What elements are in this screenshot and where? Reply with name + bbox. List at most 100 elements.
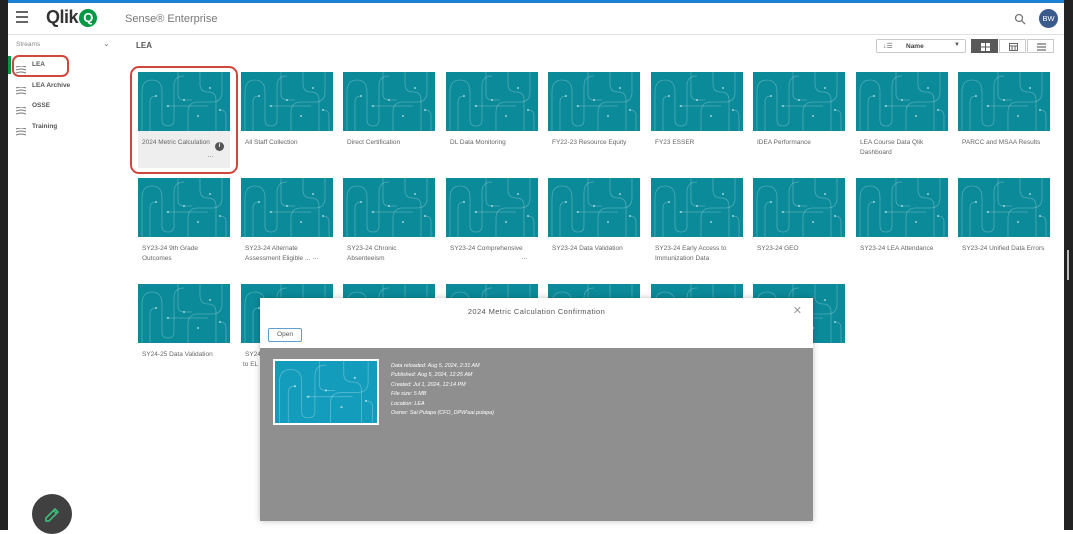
app-details-dialog: 2024 Metric Calculation Confirmation ✕ O… — [260, 298, 813, 521]
app-card[interactable]: Direct Certification — [343, 72, 435, 168]
right-frame — [1064, 0, 1073, 530]
app-thumbnail — [753, 178, 845, 237]
close-icon[interactable]: ✕ — [793, 304, 802, 317]
page-title: LEA — [136, 41, 152, 50]
sidebar: Streams ⌄ LEA LEA Archive OSSE Training — [8, 35, 118, 530]
app-card[interactable]: SY23-24 Unified Data Errors — [958, 178, 1050, 274]
scrollbar-thumb[interactable] — [1067, 250, 1069, 280]
stream-icon — [15, 102, 27, 115]
app-title: FY23 ESSER — [655, 139, 695, 146]
app-card[interactable]: PARCC and MSAA Results — [958, 72, 1050, 168]
grid-icon — [981, 43, 990, 51]
list-icon — [1037, 43, 1046, 51]
app-card[interactable]: FY23 ESSER — [651, 72, 743, 168]
table-icon — [1009, 43, 1018, 51]
app-title: SY23-24 Chronic Absenteeism — [347, 245, 397, 262]
sidebar-item-lea-archive[interactable]: LEA Archive — [8, 77, 118, 95]
app-title: SY23-24 Data Validation — [552, 245, 623, 252]
more-icon[interactable]: … — [312, 254, 319, 261]
highlight-annotation-app — [130, 66, 238, 174]
app-title: SY23-24 9th Grade Outcomes — [142, 245, 199, 262]
app-thumbnail — [343, 72, 435, 131]
app-thumbnail — [856, 178, 948, 237]
metadata-line: Owner: Sai Pulapa (CFO_DPW\sai.pulapa) — [391, 410, 495, 417]
app-thumbnail — [958, 72, 1050, 131]
product-name: Sense® Enterprise — [125, 13, 218, 25]
app-card[interactable]: SY24-25 Data Validation — [138, 284, 230, 380]
app-thumbnail — [856, 72, 948, 131]
app-thumbnail — [273, 359, 379, 425]
app-card[interactable]: SY23-24 Comprehensive … — [446, 178, 538, 274]
logo-mark: Q — [79, 9, 98, 27]
metadata-line: Location: LEA — [391, 400, 425, 407]
app-thumbnail — [958, 178, 1050, 237]
app-card[interactable]: All Staff Collection — [241, 72, 333, 168]
logo-text: Qlik — [46, 7, 79, 27]
app-title: SY23-24 GEO — [757, 245, 799, 252]
app-card[interactable]: SY23-24 Alternate Assessment Eligible ..… — [241, 178, 333, 274]
app-title: PARCC and MSAA Results — [962, 139, 1041, 146]
streams-header: Streams — [16, 41, 41, 48]
app-title: LEA Course Data Qlik Dashboard — [860, 139, 924, 156]
app-thumbnail — [548, 178, 640, 237]
app-thumbnail — [241, 72, 333, 131]
search-icon[interactable] — [1014, 12, 1026, 25]
table-view-button[interactable] — [999, 39, 1026, 53]
pencil-icon — [45, 507, 60, 522]
stream-icon — [15, 82, 27, 94]
app-card[interactable]: FY22-23 Resource Equity — [548, 72, 640, 168]
app-title: FY22-23 Resource Equity — [552, 139, 627, 146]
app-thumbnail — [241, 178, 333, 237]
app-card[interactable]: SY23-24 Early Access to Immunization Dat… — [651, 178, 743, 274]
more-icon[interactable]: … — [521, 254, 528, 261]
app-title: All Staff Collection — [245, 139, 298, 146]
dialog-body: Data reloaded: Aug 5, 2024, 2:31 AM Publi… — [260, 348, 813, 521]
metadata-line: Data reloaded: Aug 5, 2024, 2:31 AM — [391, 363, 480, 369]
left-frame — [0, 0, 8, 530]
app-thumbnail — [446, 72, 538, 131]
menu-icon[interactable] — [16, 11, 28, 23]
app-title: DL Data Monitoring — [450, 139, 506, 146]
metadata-line: Created: Jul 1, 2024, 12:14 PM — [391, 381, 466, 388]
app-card[interactable]: LEA Course Data Qlik Dashboard — [856, 72, 948, 168]
app-title: IDEA Performance — [757, 139, 811, 146]
qlik-logo[interactable]: Qlik Q — [46, 7, 98, 28]
partial-app-label: to EL — [243, 361, 259, 368]
top-bar: Qlik Q Sense® Enterprise BW — [8, 3, 1064, 35]
sidebar-item-training[interactable]: Training — [8, 118, 118, 136]
app-card[interactable]: DL Data Monitoring — [446, 72, 538, 168]
avatar[interactable]: BW — [1039, 9, 1058, 28]
app-title: Direct Certification — [347, 139, 401, 146]
app-card[interactable]: IDEA Performance — [753, 72, 845, 168]
app-title: SY23-24 Early Access to Immunization Dat… — [655, 245, 727, 262]
app-thumbnail — [753, 72, 845, 131]
open-button[interactable]: Open — [268, 328, 302, 342]
app-thumbnail — [138, 284, 230, 343]
grid-view-button[interactable] — [971, 39, 998, 53]
list-view-button[interactable] — [1027, 39, 1054, 53]
metadata-line: Published: Aug 5, 2024, 12:25 AM — [391, 372, 473, 379]
app-metadata: Data reloaded: Aug 5, 2024, 2:31 AM Publi… — [391, 362, 494, 418]
app-card[interactable]: SY23-24 Chronic Absenteeism — [343, 178, 435, 274]
sort-icon: ↓☰ — [883, 43, 893, 50]
app-card[interactable]: SY23-24 GEO — [753, 178, 845, 274]
sort-dropdown[interactable]: ↓☰ Name ▼ — [876, 39, 966, 53]
chevron-down-icon[interactable]: ⌄ — [103, 39, 110, 48]
app-thumbnail — [138, 178, 230, 237]
app-card[interactable]: SY23-24 Data Validation — [548, 178, 640, 274]
highlight-annotation-lea — [12, 55, 69, 77]
app-title: SY23-24 Comprehensive — [450, 245, 523, 252]
sidebar-item-label: OSSE — [32, 102, 51, 109]
app-thumbnail — [343, 178, 435, 237]
sidebar-item-label: Training — [32, 122, 58, 130]
app-title: SY23-24 Unified Data Errors — [962, 245, 1045, 252]
edit-button[interactable] — [32, 494, 72, 534]
app-card[interactable]: SY23-24 9th Grade Outcomes — [138, 178, 230, 274]
app-card[interactable]: SY23-24 LEA Attendance — [856, 178, 948, 274]
sidebar-item-osse[interactable]: OSSE — [8, 97, 118, 115]
sidebar-item-label: LEA Archive — [32, 81, 71, 89]
app-thumbnail — [446, 178, 538, 237]
dialog-title: 2024 Metric Calculation Confirmation — [467, 307, 606, 316]
sort-value: Name — [906, 43, 924, 50]
stream-icon — [15, 123, 27, 135]
